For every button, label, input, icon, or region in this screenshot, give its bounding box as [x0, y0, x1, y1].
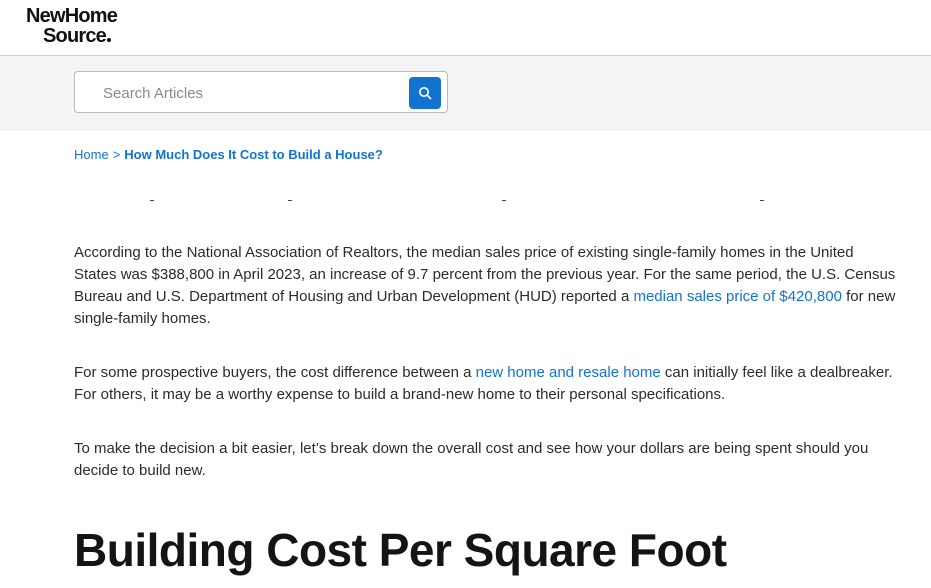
article-paragraph-1: According to the National Association of… — [74, 242, 896, 330]
breadcrumb-current-page[interactable]: How Much Does It Cost to Build a House? — [124, 147, 383, 162]
article-paragraph-2: For some prospective buyers, the cost di… — [74, 362, 896, 406]
logo-line1: NewHome — [26, 5, 118, 27]
new-vs-resale-home-link[interactable]: new home and resale home — [476, 364, 661, 381]
clipped-text-line — [74, 196, 874, 206]
logo-line2: Source — [43, 25, 107, 47]
article-paragraph-3: To make the decision a bit easier, let’s… — [74, 440, 869, 479]
search-input[interactable] — [103, 82, 403, 104]
breadcrumb-separator: > — [112, 147, 121, 162]
breadcrumb-home-link[interactable]: Home — [74, 147, 109, 162]
search-button[interactable] — [409, 77, 441, 109]
site-logo[interactable]: NewHome Source — [26, 5, 118, 47]
section-heading: Building Cost Per Square Foot — [74, 524, 727, 576]
search-band — [0, 56, 931, 131]
median-sales-price-link[interactable]: median sales price of $420,800 — [633, 288, 841, 305]
logo-dot — [107, 38, 112, 42]
paragraph-2-text-a: For some prospective buyers, the cost di… — [74, 364, 476, 381]
search-icon — [419, 87, 432, 100]
site-header: NewHome Source — [0, 0, 931, 56]
search-box — [74, 71, 448, 113]
breadcrumb: Home > How Much Does It Cost to Build a Ho… — [74, 147, 383, 162]
